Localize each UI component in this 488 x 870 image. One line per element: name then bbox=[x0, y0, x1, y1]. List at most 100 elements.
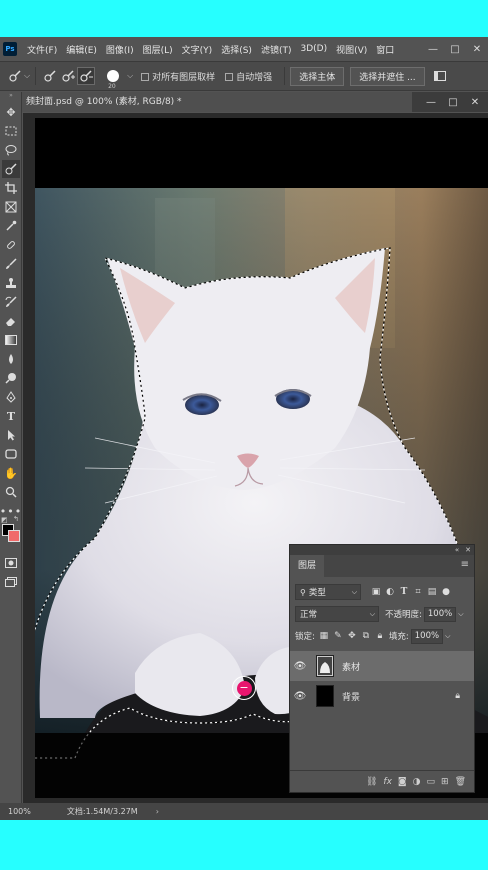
quick-select-preset-icon[interactable] bbox=[6, 67, 24, 85]
menu-file[interactable]: 文件(F) bbox=[27, 43, 57, 56]
brush-picker[interactable]: 20 bbox=[101, 64, 125, 90]
clone-stamp-tool-icon[interactable] bbox=[2, 274, 20, 292]
dodge-tool-icon[interactable] bbox=[2, 369, 20, 387]
background-color-swatch[interactable] bbox=[8, 530, 20, 542]
opacity-input[interactable]: 100% bbox=[423, 606, 457, 622]
select-subject-button[interactable]: 选择主体 bbox=[290, 66, 345, 86]
eraser-tool-icon[interactable] bbox=[2, 312, 20, 330]
quick-mask-icon[interactable] bbox=[2, 554, 20, 572]
panel-close-icon[interactable]: ✕ bbox=[465, 546, 471, 554]
frame-tool-icon[interactable] bbox=[2, 198, 20, 216]
brush-dropdown-icon[interactable]: ⌵ bbox=[127, 71, 133, 81]
doc-maximize-button[interactable]: □ bbox=[442, 97, 464, 108]
new-group-icon[interactable]: ▭ bbox=[427, 777, 436, 787]
lock-transparent-icon[interactable]: ▦ bbox=[317, 629, 331, 643]
menu-type[interactable]: 文字(Y) bbox=[182, 43, 213, 56]
sample-all-layers-option[interactable]: 对所有图层取样 bbox=[141, 70, 215, 83]
history-brush-tool-icon[interactable] bbox=[2, 293, 20, 311]
filter-pixel-icon[interactable]: ▣ bbox=[369, 585, 383, 599]
new-selection-icon[interactable] bbox=[41, 67, 59, 85]
layer-name[interactable]: 素材 bbox=[342, 660, 360, 673]
auto-enhance-checkbox[interactable] bbox=[225, 73, 234, 81]
zoom-tool-icon[interactable] bbox=[2, 483, 20, 501]
filter-smart-object-icon[interactable]: ▤ bbox=[425, 585, 439, 599]
doc-minimize-button[interactable]: — bbox=[420, 97, 442, 108]
close-button[interactable]: ✕ bbox=[466, 44, 488, 55]
doc-close-button[interactable]: ✕ bbox=[464, 97, 486, 108]
menu-view[interactable]: 视图(V) bbox=[336, 43, 367, 56]
status-menu-icon[interactable]: › bbox=[156, 807, 159, 816]
collapse-icon[interactable]: « bbox=[455, 546, 459, 554]
crop-tool-icon[interactable] bbox=[2, 179, 20, 197]
new-layer-icon[interactable]: ⊞ bbox=[441, 777, 449, 787]
minimize-button[interactable]: — bbox=[422, 44, 444, 55]
auto-enhance-option[interactable]: 自动增强 bbox=[225, 70, 272, 83]
subtract-selection-icon[interactable] bbox=[77, 67, 96, 85]
lock-position-icon[interactable]: ✥ bbox=[345, 629, 359, 643]
sample-all-layers-label: 对所有图层取样 bbox=[152, 72, 216, 83]
lock-artboard-icon[interactable]: ⧉ bbox=[359, 629, 373, 643]
panel-menu-icon[interactable]: ≡ bbox=[461, 559, 469, 570]
fill-dropdown-icon[interactable]: ⌵ bbox=[445, 632, 450, 641]
marquee-tool-icon[interactable] bbox=[2, 122, 20, 140]
video-frame: Ps 文件(F) 编辑(E) 图像(I) 图层(L) 文字(Y) 选择(S) 滤… bbox=[0, 0, 488, 870]
adjustment-layer-icon[interactable]: ◑ bbox=[413, 777, 421, 787]
screen-mode-icon[interactable] bbox=[2, 573, 20, 591]
menu-select[interactable]: 选择(S) bbox=[221, 43, 252, 56]
lock-image-icon[interactable]: ✎ bbox=[331, 629, 345, 643]
trash-icon[interactable]: 🗑︎ bbox=[455, 777, 466, 787]
panel-collapse-strip[interactable]: «✕ bbox=[290, 545, 474, 555]
visibility-eye-icon[interactable]: 👁︎ bbox=[290, 691, 310, 702]
tab-layers[interactable]: 图层 bbox=[290, 555, 325, 577]
add-to-selection-icon[interactable] bbox=[59, 67, 77, 85]
filter-shape-icon[interactable]: ⌗ bbox=[411, 585, 425, 599]
menu-layer[interactable]: 图层(L) bbox=[143, 43, 173, 56]
filter-adjustment-icon[interactable]: ◐ bbox=[383, 585, 397, 599]
healing-brush-tool-icon[interactable] bbox=[2, 236, 20, 254]
layers-panel-header: 图层 ≡ bbox=[290, 555, 474, 577]
quick-select-tool-icon[interactable] bbox=[2, 160, 20, 178]
document-tab[interactable]: 频封面.psd @ 100% (素材, RGB/8) * bbox=[22, 92, 412, 112]
toolbar-grip[interactable]: » bbox=[0, 92, 22, 100]
blur-tool-icon[interactable] bbox=[2, 350, 20, 368]
gradient-tool-icon[interactable] bbox=[2, 331, 20, 349]
opacity-dropdown-icon[interactable]: ⌵ bbox=[458, 610, 463, 619]
type-tool-icon[interactable]: T bbox=[2, 407, 20, 425]
shape-tool-icon[interactable] bbox=[2, 445, 20, 463]
layer-name[interactable]: 背景 bbox=[342, 690, 360, 703]
brush-tool-icon[interactable] bbox=[2, 255, 20, 273]
zoom-level[interactable]: 100% bbox=[8, 807, 31, 816]
maximize-button[interactable]: □ bbox=[444, 44, 466, 55]
preset-dropdown-icon[interactable]: ⌵ bbox=[24, 71, 30, 81]
filter-toggle-icon[interactable]: ● bbox=[439, 585, 453, 599]
sample-all-layers-checkbox[interactable] bbox=[141, 73, 150, 81]
workspace-icon[interactable] bbox=[431, 67, 449, 85]
blend-mode-select[interactable]: 正常 ⌵ bbox=[295, 606, 379, 622]
fx-icon[interactable]: fx bbox=[383, 777, 392, 787]
swap-colors-icon[interactable]: ↰ bbox=[13, 515, 19, 523]
visibility-eye-icon[interactable]: 👁︎ bbox=[290, 661, 310, 672]
layer-filter-select[interactable]: ⚲ 类型 ⌵ bbox=[295, 584, 361, 600]
menu-image[interactable]: 图像(I) bbox=[106, 43, 134, 56]
move-tool-icon[interactable]: ✥ bbox=[2, 103, 20, 121]
path-select-tool-icon[interactable] bbox=[2, 426, 20, 444]
auto-enhance-label: 自动增强 bbox=[236, 72, 273, 83]
lasso-tool-icon[interactable] bbox=[2, 141, 20, 159]
fill-input[interactable]: 100% bbox=[410, 628, 444, 644]
default-colors-icon[interactable]: ◩ bbox=[1, 516, 8, 524]
eyedropper-tool-icon[interactable] bbox=[2, 217, 20, 235]
add-mask-icon[interactable]: ◙ bbox=[398, 777, 407, 787]
layer-row-素材[interactable]: 👁︎ 素材 bbox=[290, 651, 474, 681]
menu-edit[interactable]: 编辑(E) bbox=[66, 43, 97, 56]
layer-row-背景[interactable]: 👁︎ 背景 🔒︎ bbox=[290, 681, 474, 711]
hand-tool-icon[interactable]: ✋ bbox=[2, 464, 20, 482]
menu-3d[interactable]: 3D(D) bbox=[300, 44, 327, 54]
menu-window[interactable]: 窗口 bbox=[376, 43, 394, 56]
filter-type-icon[interactable]: T bbox=[397, 585, 411, 599]
pen-tool-icon[interactable] bbox=[2, 388, 20, 406]
select-and-mask-button[interactable]: 选择并遮住 ... bbox=[350, 66, 425, 86]
lock-all-icon[interactable]: 🔒︎ bbox=[373, 629, 387, 643]
menu-filter[interactable]: 滤镜(T) bbox=[261, 43, 292, 56]
link-layers-icon[interactable]: ⛓ bbox=[366, 777, 377, 787]
brush-cursor-icon: − bbox=[232, 676, 256, 700]
